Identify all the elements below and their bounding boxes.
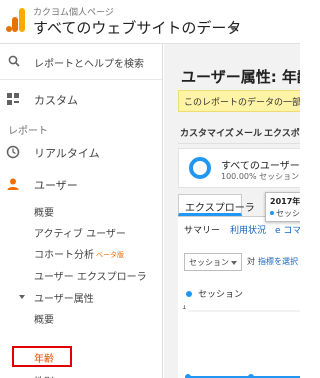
sidebar-sub-gender[interactable]: 性別 [34, 373, 54, 378]
sampling-notice: このレポートのデータの一部に [178, 90, 300, 112]
sidebar-sub-demographics-overview[interactable]: 概要 [34, 311, 54, 326]
report-toolbar: カスタマイズ メール エクスポ [178, 122, 300, 144]
sidebar-item-customize[interactable]: カスタム [0, 88, 162, 110]
select-metric-link[interactable]: 指標を選択 [258, 256, 298, 267]
customize-button[interactable]: カスタマイズ [180, 126, 234, 139]
email-button[interactable]: メール [235, 126, 262, 139]
beta-badge: ベータ版 [96, 251, 124, 259]
caret-down-icon[interactable] [19, 295, 25, 299]
tooltip-series-label: セッシ [276, 209, 300, 218]
segment-donut-icon [189, 157, 211, 179]
sidebar-item-label: カスタム [34, 94, 78, 107]
subtab-summary[interactable]: サマリー [184, 223, 220, 236]
segment-percent: 100.00% セッション [221, 172, 300, 181]
sidebar-sub-age[interactable]: 年齢 [34, 350, 54, 365]
tooltip-date: 2017年3月 [270, 197, 300, 206]
export-button[interactable]: エクスポ [264, 126, 300, 139]
sessions-line-chart[interactable]: 10 [178, 305, 300, 378]
sidebar-sub-user-explorer[interactable]: ユーザー エクスプローラ [34, 268, 147, 283]
sidebar-sub-overview[interactable]: 概要 [34, 204, 54, 219]
explorer-panel: サマリー 利用状況 e コマ セッション 対 指標を選択 セッション 10 [178, 216, 300, 378]
page-title: ユーザー属性: 年齢 [181, 68, 300, 86]
cohort-label: コホート分析 [34, 250, 94, 261]
sidebar-sub-active-users[interactable]: アクティブ ユーザー [34, 225, 126, 240]
dashboard-grid-icon [7, 93, 19, 105]
report-main: ユーザー属性: 年齢 このレポートのデータの一部に カスタマイズ メール エクス… [164, 44, 300, 378]
notice-text: このレポートのデータの一部に [184, 98, 300, 108]
app-header: カクヨム個人ページ すべてのウェブサイトのデータ [0, 0, 300, 44]
legend-label: セッション [198, 290, 244, 300]
segment-name: すべてのユーザー [221, 161, 300, 172]
person-icon [7, 178, 19, 190]
tab-label: エクスプローラ [185, 203, 255, 214]
search-icon [8, 55, 20, 67]
analytics-logo-icon [6, 8, 25, 32]
sidebar-item-realtime[interactable]: リアルタイム [0, 141, 162, 163]
y-tick-label: 1 [182, 305, 186, 311]
property-view-selector[interactable]: すべてのウェブサイトのデータ [33, 17, 241, 38]
sidebar: レポートとヘルプを検索 カスタム レポート リアルタイム ユーザー 概要 アクテ… [0, 44, 163, 378]
tooltip-series: セッシ [270, 208, 300, 219]
search-placeholder[interactable]: レポートとヘルプを検索 [34, 55, 144, 70]
chevron-down-icon[interactable] [229, 26, 237, 31]
data-point[interactable] [185, 374, 191, 378]
sidebar-item-label: ユーザー [34, 179, 78, 192]
data-point[interactable] [248, 374, 254, 378]
subtab-ecommerce[interactable]: e コマ [275, 223, 300, 236]
reports-section-heading: レポート [8, 126, 48, 137]
sidebar-item-audience[interactable]: ユーザー [0, 173, 162, 195]
chart-tooltip: 2017年3月 セッシ [265, 192, 300, 222]
chevron-down-icon [231, 261, 237, 265]
segment-card[interactable]: すべてのユーザー 100.00% セッション [178, 148, 300, 188]
subtab-usage[interactable]: 利用状況 [230, 223, 266, 236]
metric-select[interactable]: セッション [184, 253, 242, 271]
sidebar-item-label: リアルタイム [34, 147, 100, 160]
legend-swatch [186, 291, 192, 297]
clock-icon [6, 145, 20, 159]
versus-label: 対 [247, 257, 255, 266]
sidebar-sub-cohort[interactable]: コホート分析 ベータ版 [34, 246, 124, 261]
tab-explorer[interactable]: エクスプローラ [178, 194, 255, 216]
metric-select-value: セッション [189, 258, 229, 267]
search-reports[interactable]: レポートとヘルプを検索 [0, 44, 162, 80]
sidebar-sub-demographics[interactable]: ユーザー属性 [34, 290, 94, 305]
